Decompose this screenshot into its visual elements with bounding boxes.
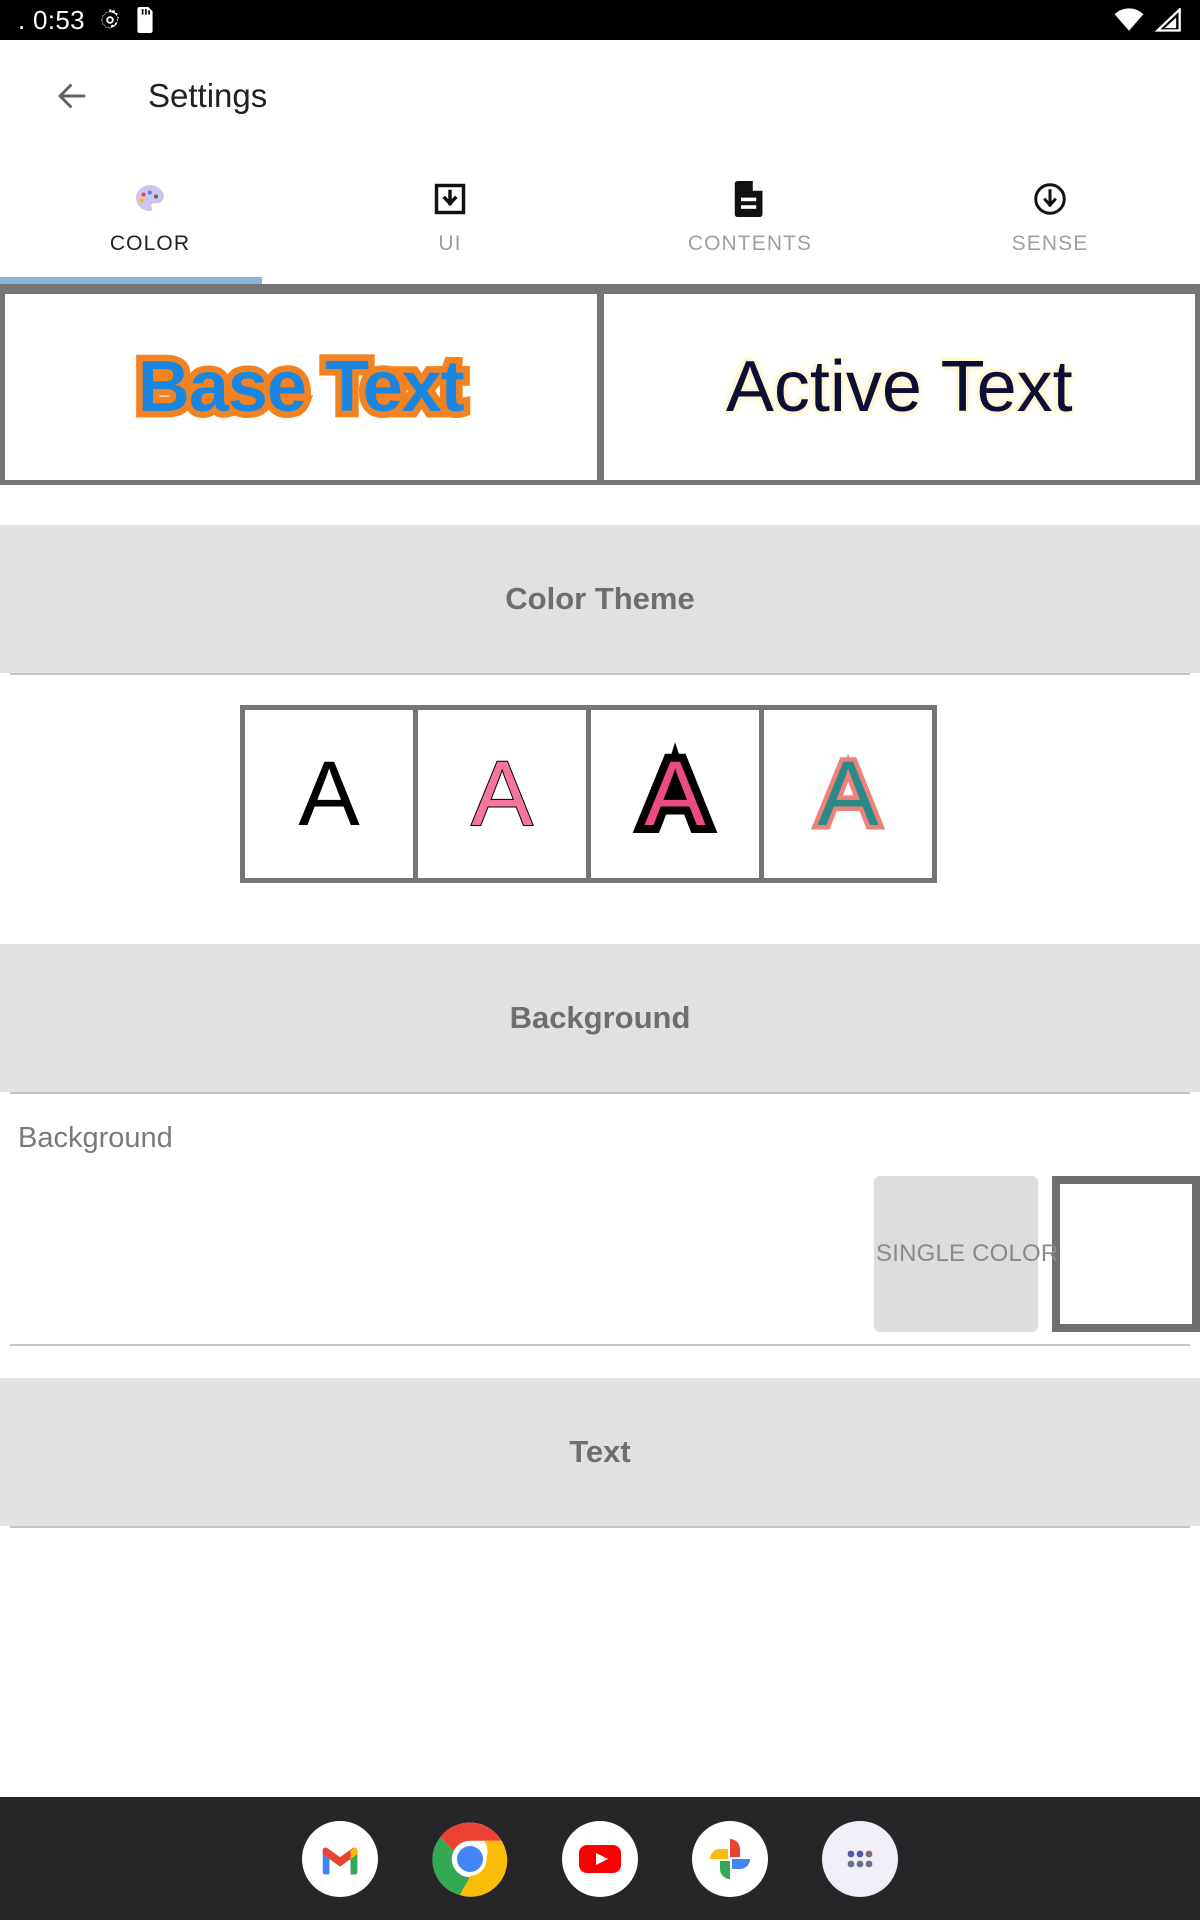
- dock-chrome-button[interactable]: [432, 1821, 508, 1897]
- single-color-label: SINGLE COLOR: [876, 1240, 1059, 1267]
- page-title: Settings: [148, 77, 268, 114]
- app-drawer-icon: [847, 1850, 873, 1867]
- active-text-sample: Active Text: [725, 347, 1073, 427]
- spacer-after-background: [0, 1346, 1200, 1378]
- back-arrow-icon: [58, 84, 86, 108]
- status-clock: . 0:53: [18, 5, 85, 35]
- base-text-sample: Base Text: [131, 341, 471, 434]
- circle-down-arrow-icon: [1032, 180, 1068, 218]
- gmail-icon: [322, 1847, 358, 1874]
- tab-label-sense: SENSE: [1011, 232, 1089, 255]
- tab-contents[interactable]: CONTENTS: [600, 152, 900, 284]
- app-bar: Settings: [0, 40, 1200, 152]
- base-text-preview[interactable]: Base Text: [5, 294, 597, 480]
- background-controls: SINGLE COLOR: [874, 1176, 1200, 1332]
- cell-signal-icon: [1154, 8, 1182, 32]
- dock-gmail-button[interactable]: [302, 1820, 378, 1897]
- background-color-preview[interactable]: [1052, 1176, 1200, 1332]
- divider-text: [10, 1526, 1190, 1528]
- theme-swatch-1[interactable]: A: [245, 709, 413, 878]
- settings-content: Color Theme A A A A Background Backgroun…: [0, 485, 1200, 1645]
- theme-swatch-letter: A: [298, 742, 360, 845]
- status-bar: . 0:53: [0, 0, 1200, 40]
- gear-icon: [97, 7, 123, 33]
- section-header-background: Background: [0, 944, 1200, 1092]
- palette-icon: [132, 180, 168, 218]
- theme-swatch-4[interactable]: A: [764, 709, 932, 878]
- status-bar-right: [1114, 8, 1182, 32]
- dock-youtube-button[interactable]: [562, 1820, 638, 1897]
- youtube-icon: [579, 1844, 621, 1873]
- document-icon: [733, 180, 767, 218]
- tab-label-ui: UI: [438, 232, 462, 255]
- spacer-after-swatches: [0, 912, 1200, 944]
- section-title-background: Background: [509, 1000, 691, 1035]
- theme-swatch-letter: A: [813, 742, 883, 845]
- spacer-after-preview: [0, 485, 1200, 525]
- section-title-text: Text: [569, 1434, 631, 1469]
- section-header-color-theme: Color Theme: [0, 525, 1200, 673]
- single-color-button[interactable]: SINGLE COLOR: [874, 1176, 1058, 1332]
- tab-active-indicator: [0, 277, 262, 284]
- tab-color[interactable]: COLOR: [0, 152, 300, 284]
- theme-swatch-letter: A: [470, 742, 533, 845]
- color-theme-swatch-row: A A A A: [0, 675, 1200, 912]
- wifi-icon: [1114, 8, 1144, 32]
- tab-label-contents: CONTENTS: [687, 232, 813, 255]
- color-theme-swatch-strip: A A A A: [240, 704, 937, 883]
- background-row-label: Background: [18, 1122, 173, 1154]
- text-preview-row: Base Text Active Text: [0, 289, 1200, 485]
- active-text-preview[interactable]: Active Text: [603, 294, 1195, 480]
- sd-card-icon: [135, 7, 155, 33]
- chrome-icon: [432, 1822, 508, 1897]
- back-button[interactable]: [44, 68, 100, 124]
- theme-swatch-letter: A: [636, 740, 713, 848]
- theme-swatch-3[interactable]: A: [591, 709, 759, 878]
- tab-ui[interactable]: UI: [300, 152, 600, 284]
- section-title-color-theme: Color Theme: [505, 581, 695, 616]
- tab-label-color: COLOR: [109, 232, 191, 255]
- dock-app-drawer-button[interactable]: [822, 1820, 898, 1897]
- theme-swatch-2[interactable]: A: [418, 709, 586, 878]
- section-header-text: Text: [0, 1378, 1200, 1526]
- google-photos-icon: [710, 1838, 750, 1879]
- background-setting-row[interactable]: Background SINGLE COLOR: [0, 1094, 1200, 1344]
- status-bar-left: . 0:53: [18, 7, 1114, 33]
- bottom-dock: [0, 1797, 1200, 1920]
- download-box-icon: [432, 180, 468, 218]
- dock-photos-button[interactable]: [692, 1820, 768, 1897]
- tab-bar: COLOR UI CONTENTS SENSE: [0, 152, 1200, 284]
- tab-sense[interactable]: SENSE: [900, 152, 1200, 284]
